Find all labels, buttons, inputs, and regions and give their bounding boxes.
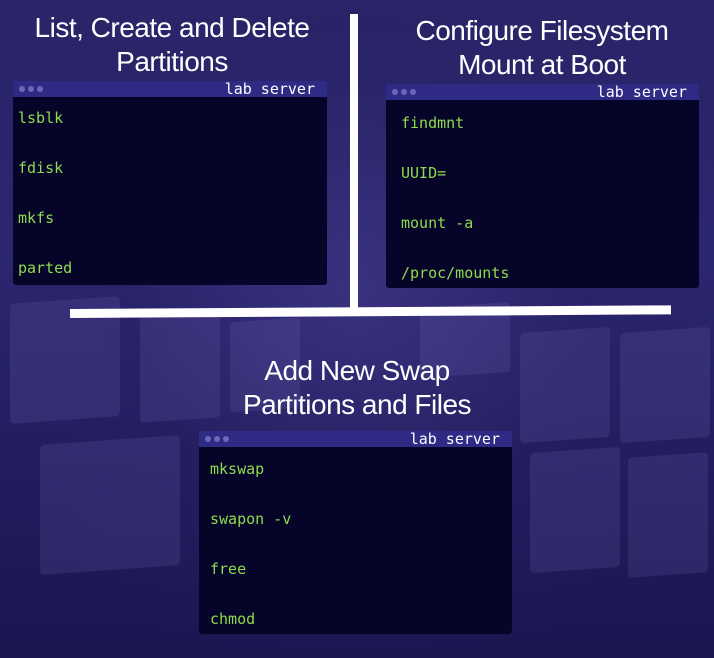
section-heading-swap: Add New Swap Partitions and Files — [185, 354, 529, 422]
window-dot — [214, 436, 220, 442]
command-line: mkswap — [210, 460, 265, 478]
terminal-title: lab server — [596, 83, 687, 101]
section-heading-fstab: Configure Filesystem Mount at Boot — [370, 14, 714, 82]
command-line: findmnt — [401, 114, 465, 132]
window-dot — [205, 436, 211, 442]
heading-line: Partitions — [116, 46, 228, 77]
command-line: /proc/mounts — [401, 264, 510, 282]
heading-line: Add New Swap — [264, 355, 450, 386]
command-line: chmod — [210, 610, 256, 628]
terminal-body: mkswap swapon -v free chmod — [199, 447, 512, 634]
window-dot — [410, 89, 416, 95]
background-tile — [520, 326, 610, 444]
terminal-titlebar: lab server — [386, 83, 699, 101]
window-controls — [205, 436, 229, 442]
heading-line: Mount at Boot — [458, 49, 626, 80]
background-tile — [40, 435, 180, 575]
command-line: parted — [18, 259, 73, 277]
background-tile — [628, 452, 708, 578]
command-line: free — [210, 560, 247, 578]
window-dot — [37, 86, 43, 92]
heading-line: List, Create and Delete — [34, 12, 310, 43]
background-tile — [620, 326, 710, 444]
command-line: mkfs — [18, 209, 55, 227]
window-dot — [392, 89, 398, 95]
terminal-title: lab server — [224, 80, 315, 98]
window-dot — [401, 89, 407, 95]
window-controls — [392, 89, 416, 95]
terminal-body: lsblk fdisk mkfs parted — [13, 97, 327, 285]
terminal-titlebar: lab server — [199, 430, 512, 448]
command-line: swapon -v — [210, 510, 292, 528]
vertical-divider — [350, 14, 358, 313]
window-dot — [19, 86, 25, 92]
terminal-swap: lab server mkswap swapon -v free chmod — [199, 430, 512, 635]
heading-line: Partitions and Files — [242, 389, 472, 420]
section-heading-partitions: List, Create and Delete Partitions — [0, 11, 344, 79]
command-line: lsblk — [18, 109, 64, 127]
command-line: fdisk — [18, 159, 64, 177]
terminal-title: lab server — [409, 430, 500, 448]
command-line: UUID= — [401, 164, 447, 182]
window-dot — [223, 436, 229, 442]
background-tile — [530, 446, 620, 574]
terminal-titlebar: lab server — [13, 80, 327, 98]
terminal-body: findmnt UUID= mount -a /proc/mounts — [386, 100, 699, 288]
heading-line: Configure Filesystem — [415, 15, 669, 46]
window-dot — [28, 86, 34, 92]
terminal-partitions: lab server lsblk fdisk mkfs parted — [13, 80, 327, 285]
command-line: mount -a — [401, 214, 474, 232]
window-controls — [19, 86, 43, 92]
terminal-fstab: lab server findmnt UUID= mount -a /proc/… — [386, 83, 699, 288]
